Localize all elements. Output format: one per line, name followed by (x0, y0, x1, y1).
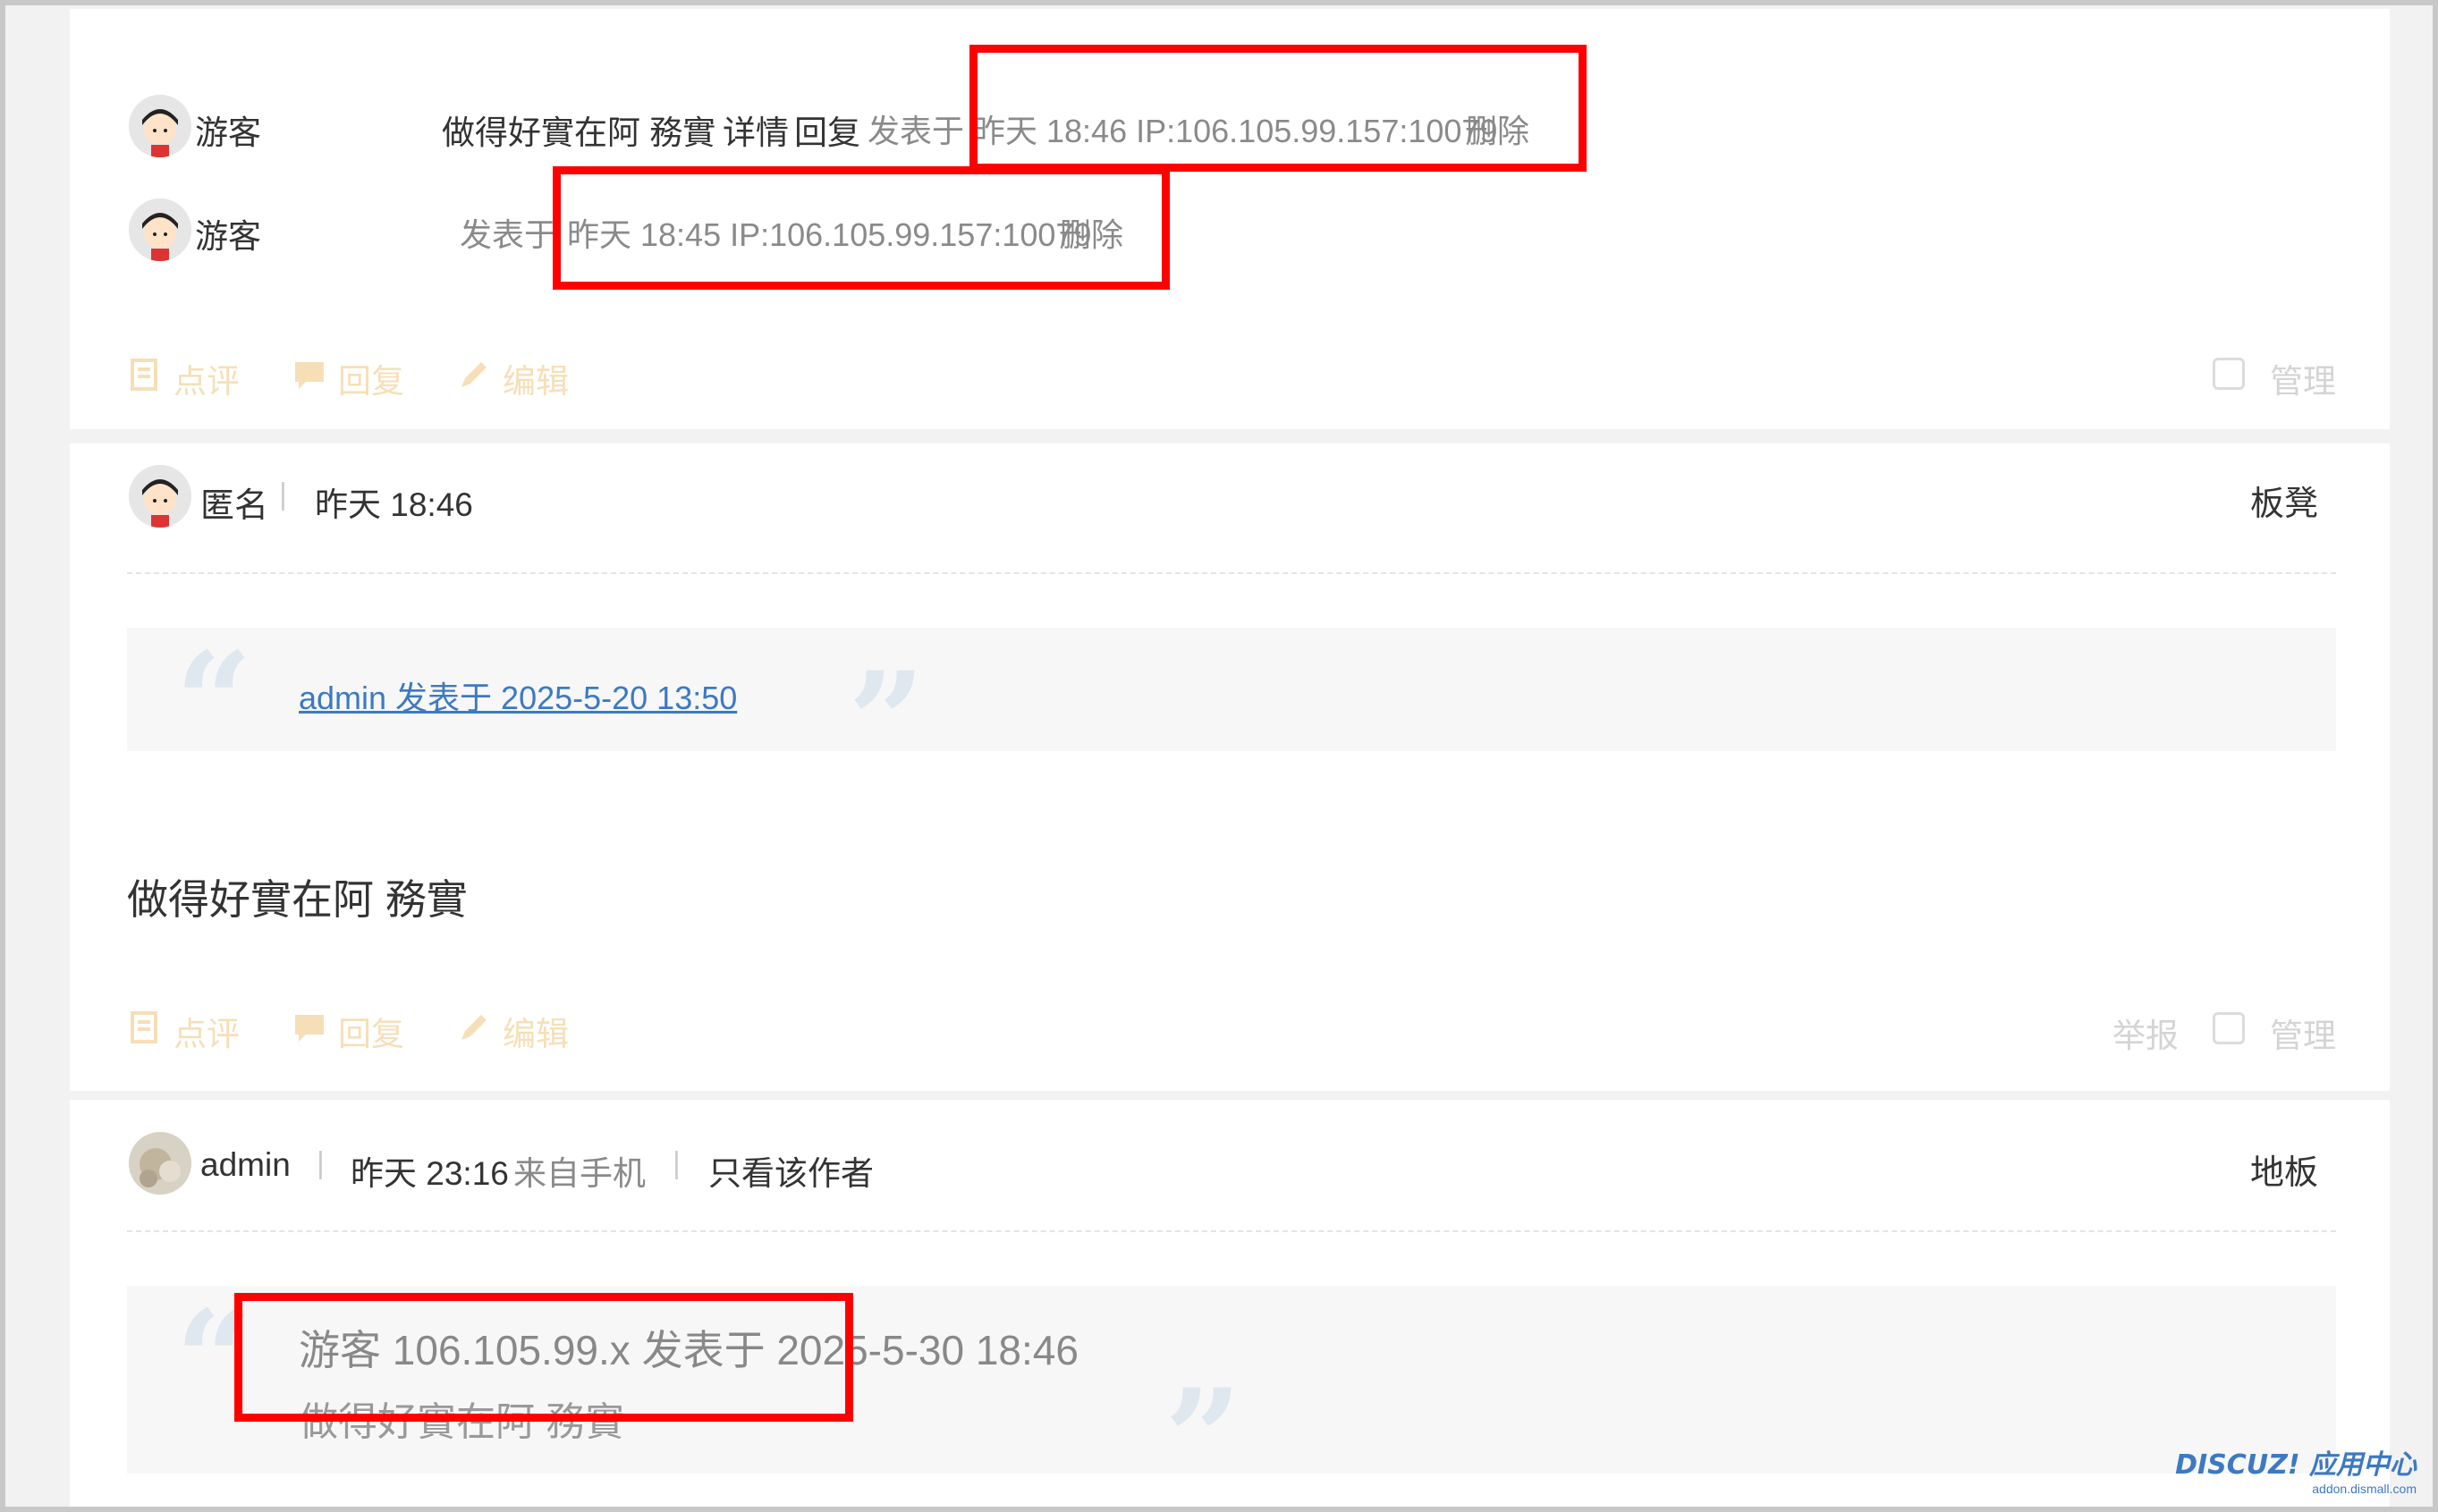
highlight-box (234, 1293, 853, 1422)
edit-button[interactable]: 编辑 (456, 354, 569, 402)
chat-icon (292, 357, 327, 401)
separator: | (317, 1146, 325, 1180)
comment-posted-label: 发表于 (460, 216, 557, 253)
rate-label: 点评 (174, 1016, 240, 1052)
post-time: 昨天 23:16 (351, 1155, 509, 1192)
comment-author[interactable]: 游客 (195, 209, 261, 258)
separator: | (279, 477, 287, 511)
manage-label[interactable]: 管理 (2270, 1009, 2336, 1057)
highlight-box (553, 166, 1170, 290)
post-time: 昨天 18:46 (315, 486, 473, 523)
report-link[interactable]: 举报 (2112, 1009, 2179, 1057)
only-author-link[interactable]: 只看该作者 (708, 1146, 874, 1195)
floor-label[interactable]: 板凳 (2250, 476, 2318, 525)
comment-posted-label: 发表于 (868, 113, 965, 149)
edit-label: 编辑 (503, 363, 569, 400)
post-card: admin | 昨天 23:16 来自手机 | 只看该作者 地板 “ 游客 10… (70, 1100, 2390, 1507)
comment-text: 做得好實在阿 務實 (442, 114, 716, 151)
pencil-icon (456, 1009, 492, 1053)
manage-checkbox[interactable] (2213, 358, 2245, 390)
page-frame: 游客 做得好實在阿 務實 详情 回复 发表于 昨天 18:46 IP:106.1… (5, 5, 2433, 1507)
highlight-box (969, 45, 1587, 172)
floor-label[interactable]: 地板 (2250, 1145, 2318, 1194)
reply-label: 回复 (338, 363, 404, 400)
quote-block: “ admin 发表于 2025-5-20 13:50 ” (127, 628, 2336, 789)
post-card: 匿名 | 昨天 18:46 板凳 “ admin 发表于 2025-5-20 1… (70, 443, 2390, 1091)
post-author[interactable]: 匿名 (200, 477, 268, 527)
close-quote-icon: ” (1164, 1360, 1242, 1507)
chat-icon (292, 1009, 327, 1053)
separator: | (673, 1146, 681, 1180)
comment-detail-link[interactable]: 详情 (723, 106, 789, 154)
comment-author[interactable]: 游客 (195, 106, 261, 154)
open-quote-icon: “ (175, 623, 253, 781)
rate-icon (127, 1009, 163, 1053)
post-body: 做得好實在阿 務實 (127, 876, 468, 923)
quote-source-link[interactable]: admin 发表于 2025-5-20 13:50 (299, 672, 737, 719)
close-quote-icon: ” (848, 643, 926, 800)
divider (127, 572, 2336, 574)
watermark: DISCUZ! 应用中心 addon.dismall.com (2175, 1442, 2417, 1496)
watermark-url: addon.dismall.com (2312, 1482, 2417, 1496)
pencil-icon (456, 357, 492, 401)
reply-label: 回复 (338, 1016, 404, 1052)
reply-button[interactable]: 回复 (292, 354, 404, 402)
watermark-logo: DISCUZ! 应用中心 (2175, 1449, 2417, 1481)
rate-button[interactable]: 点评 (127, 1007, 240, 1055)
edit-button[interactable]: 编辑 (456, 1007, 569, 1055)
edit-label: 编辑 (503, 1016, 569, 1052)
rate-button[interactable]: 点评 (127, 354, 240, 402)
guest-avatar[interactable] (129, 95, 191, 157)
divider (127, 1230, 2336, 1232)
guest-avatar[interactable] (129, 199, 191, 261)
post-source: 来自手机 (513, 1155, 646, 1192)
post-author[interactable]: admin (200, 1146, 291, 1184)
reply-button[interactable]: 回复 (292, 1007, 404, 1055)
manage-label[interactable]: 管理 (2270, 354, 2336, 402)
rate-label: 点评 (174, 363, 240, 400)
anonymous-avatar[interactable] (129, 465, 191, 528)
admin-avatar[interactable] (129, 1132, 191, 1195)
manage-checkbox[interactable] (2213, 1012, 2245, 1044)
rate-icon (127, 357, 163, 401)
comment-card: 游客 做得好實在阿 務實 详情 回复 发表于 昨天 18:46 IP:106.1… (70, 9, 2390, 429)
comment-reply-link[interactable]: 回复 (794, 106, 860, 154)
